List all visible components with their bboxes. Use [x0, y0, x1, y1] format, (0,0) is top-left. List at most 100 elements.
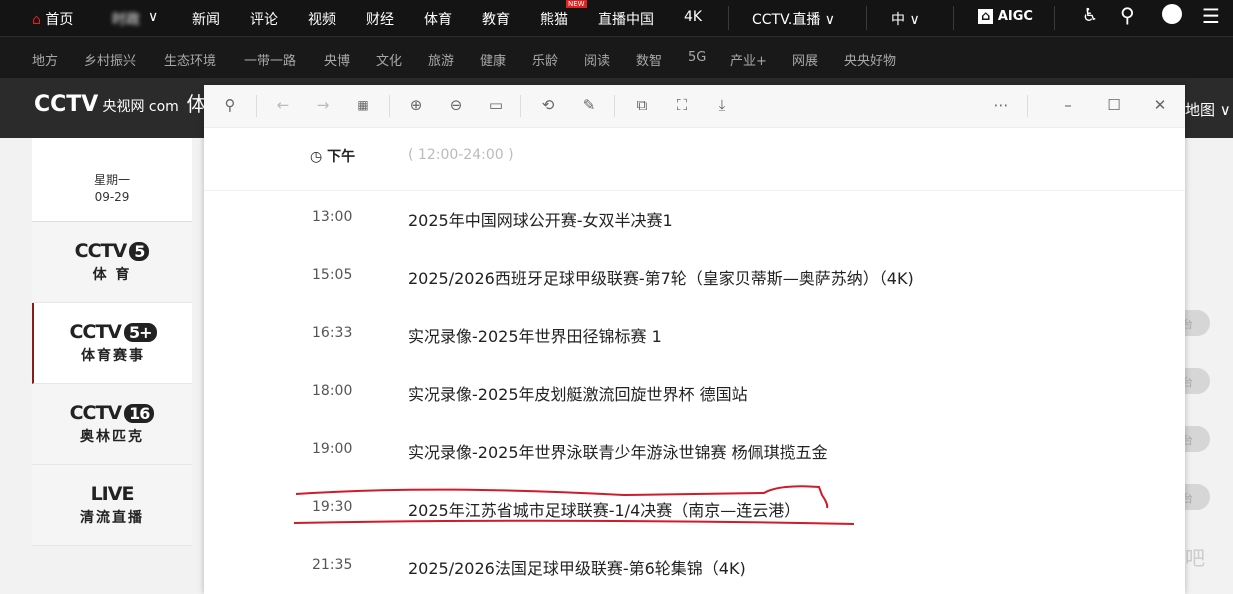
nav-4k[interactable]: 4K — [684, 9, 702, 25]
date-selector[interactable]: 星期一 09-29 — [32, 138, 192, 222]
subnav-item[interactable]: 央央好物 — [844, 50, 896, 69]
channel-item[interactable]: CCTV 5+ 体育赛事 — [32, 303, 192, 384]
language-dropdown[interactable]: 中 ∨ — [891, 9, 920, 29]
schedule-row[interactable]: 16:33 实况录像-2025年世界田径锦标赛 1 — [204, 321, 1185, 351]
program-title: 2025年江苏省城市足球联赛-1/4决赛（南京—连云港） — [408, 501, 801, 520]
language-label: 中 — [891, 12, 905, 28]
nav-education[interactable]: 教育 — [482, 9, 510, 29]
program-title: 2025/2026西班牙足球甲级联赛-第7轮（皇家贝蒂斯—奥萨苏纳）（4K) — [408, 269, 914, 288]
cctv-sports-logo[interactable]: CCTV 央视网 com 体育 — [34, 88, 227, 117]
nav-sports[interactable]: 体育 — [424, 9, 452, 29]
ocr-icon[interactable]: ⛶ — [671, 96, 693, 114]
nav-finance[interactable]: 财经 — [366, 9, 394, 29]
schedule-row[interactable]: 21:35 2025/2026法国足球甲级联赛-第6轮集锦（4K) — [204, 553, 1185, 583]
channel-number: 5+ — [124, 323, 157, 342]
menu-icon[interactable]: ☰ — [1202, 4, 1220, 28]
program-time: 18:00 — [312, 383, 353, 399]
channel-name: 体 育 — [92, 267, 132, 283]
channel-logo: CCTV 5 — [75, 240, 150, 262]
chevron-down-icon[interactable]: ∨ — [148, 9, 158, 25]
program-time: 15:05 — [312, 267, 353, 283]
home-icon: ⌂ — [32, 12, 41, 28]
nav-home[interactable]: ⌂ 首页 — [32, 9, 73, 29]
nav-live-china[interactable]: 直播中国 — [598, 9, 654, 29]
channel-name: 奥林匹克 — [80, 429, 144, 445]
channel-item[interactable]: CCTV 16 奥林匹克 — [32, 384, 192, 465]
cctv-live-label: CCTV.直播 — [752, 12, 821, 28]
aigc-label: AIGC — [997, 9, 1033, 24]
forward-arrow-icon[interactable]: → — [312, 96, 334, 114]
channel-item[interactable]: LIVE 清流直播 — [32, 465, 192, 546]
actual-size-icon[interactable]: ▭ — [485, 96, 507, 114]
channel-logo-text: LIVE — [90, 483, 135, 505]
program-title: 实况录像-2025年世界田径锦标赛 1 — [408, 327, 662, 346]
subnav-item[interactable]: 乡村振兴 — [84, 50, 136, 69]
subnav-item[interactable]: 数智 — [636, 50, 662, 69]
cctv-live-dropdown[interactable]: CCTV.直播 ∨ — [752, 9, 835, 29]
subnav-item[interactable]: 文化 — [376, 50, 402, 69]
maximize-button[interactable]: ☐ — [1103, 96, 1125, 114]
channel-number: 5 — [129, 242, 150, 261]
schedule-row[interactable]: 15:05 2025/2026西班牙足球甲级联赛-第7轮（皇家贝蒂斯—奥萨苏纳）（… — [204, 263, 1185, 293]
channel-item[interactable]: CCTV 5 体 育 — [32, 222, 192, 303]
program-title: 2025/2026法国足球甲级联赛-第6轮集锦（4K) — [408, 559, 746, 578]
more-icon[interactable]: ⋯ — [990, 96, 1012, 114]
minimize-button[interactable]: – — [1057, 96, 1079, 114]
new-badge: NEW — [566, 0, 587, 8]
rotate-icon[interactable]: ⟲ — [537, 96, 559, 114]
top-nav: ⌂ 首页 时政 ∨ 新闻 评论 视频 财经 体育 教育 熊猫 NEW 直播中国 … — [0, 0, 1233, 37]
nav-news[interactable]: 新闻 — [192, 9, 220, 29]
zoom-in-icon[interactable]: ⊕ — [405, 96, 427, 114]
period-header: ◷ 下午 — [310, 146, 355, 166]
schedule-row[interactable]: 13:00 2025年中国网球公开赛-女双半决赛1 — [204, 205, 1185, 235]
grid-icon[interactable]: ▦ — [352, 98, 374, 112]
nav-video[interactable]: 视频 — [308, 9, 336, 29]
schedule-row[interactable]: 18:00 实况录像-2025年皮划艇激流回旋世界杯 德国站 — [204, 379, 1185, 409]
back-arrow-icon[interactable]: ← — [272, 96, 294, 114]
edit-icon[interactable]: ✎ — [578, 96, 600, 114]
subnav-item[interactable]: 健康 — [480, 50, 506, 69]
subnav-item[interactable]: 5G — [688, 50, 706, 65]
nav-item-blurred[interactable]: 时政 — [112, 9, 140, 29]
subnav-item[interactable]: 地方 — [32, 50, 58, 69]
nav-comment[interactable]: 评论 — [250, 9, 278, 29]
pin-icon[interactable]: ⚲ — [219, 96, 241, 114]
logo-text: CCTV — [34, 92, 99, 117]
zoom-out-icon[interactable]: ⊖ — [445, 96, 467, 114]
close-button[interactable]: ✕ — [1149, 96, 1171, 114]
sub-nav: 地方 乡村振兴 生态环境 一带一路 央博 文化 旅游 健康 乐龄 阅读 数智 5G 产业+ 网展 央央好物 — [0, 37, 1233, 78]
subnav-item[interactable]: 央博 — [324, 50, 350, 69]
nav-home-label: 首页 — [45, 12, 74, 28]
subnav-item[interactable]: 生态环境 — [164, 50, 216, 69]
program-title: 实况录像-2025年世界泳联青少年游泳世锦赛 杨佩琪揽五金 — [408, 443, 828, 462]
search-icon[interactable]: ⚲ — [1120, 3, 1135, 27]
channel-logo: CCTV 16 — [70, 402, 155, 424]
map-label: 地图 — [1185, 101, 1216, 119]
program-time: 13:00 — [312, 209, 353, 225]
channel-logo-text: CCTV — [69, 321, 122, 343]
aigc-logo[interactable]: ⌂ AIGC — [978, 9, 1033, 24]
weekday: 星期一 — [93, 173, 130, 187]
schedule-row[interactable]: 19:00 实况录像-2025年世界泳联青少年游泳世锦赛 杨佩琪揽五金 — [204, 437, 1185, 467]
subnav-item[interactable]: 产业+ — [730, 50, 767, 69]
subnav-item[interactable]: 旅游 — [428, 50, 454, 69]
schedule-row[interactable]: 19:30 2025年江苏省城市足球联赛-1/4决赛（南京—连云港） — [204, 495, 1185, 525]
nav-panda[interactable]: 熊猫 — [540, 9, 568, 29]
save-icon[interactable]: ⤓ — [711, 96, 733, 114]
map-dropdown[interactable]: 地图 ∨ — [1185, 99, 1231, 120]
program-title: 实况录像-2025年皮划艇激流回旋世界杯 德国站 — [408, 385, 748, 404]
viewer-toolbar: ⚲ ← → ▦ ⊕ ⊖ ▭ ⟲ ✎ ⧉ ⛶ ⤓ ⋯ – ☐ ✕ — [204, 85, 1185, 128]
accessibility-icon[interactable]: ♿ — [1082, 5, 1098, 26]
date: 09-29 — [94, 190, 130, 204]
subnav-item[interactable]: 阅读 — [584, 50, 610, 69]
subnav-item[interactable]: 网展 — [792, 50, 818, 69]
user-icon[interactable] — [1162, 4, 1182, 24]
channel-name: 清流直播 — [80, 510, 144, 526]
clock-icon: ◷ — [310, 149, 323, 165]
translate-icon[interactable]: ⧉ — [631, 96, 653, 114]
subnav-item[interactable]: 一带一路 — [244, 50, 296, 69]
channel-logo: LIVE — [90, 483, 135, 505]
subnav-item[interactable]: 乐龄 — [532, 50, 558, 69]
period-label: 下午 — [327, 149, 356, 165]
program-time: 16:33 — [312, 325, 353, 341]
